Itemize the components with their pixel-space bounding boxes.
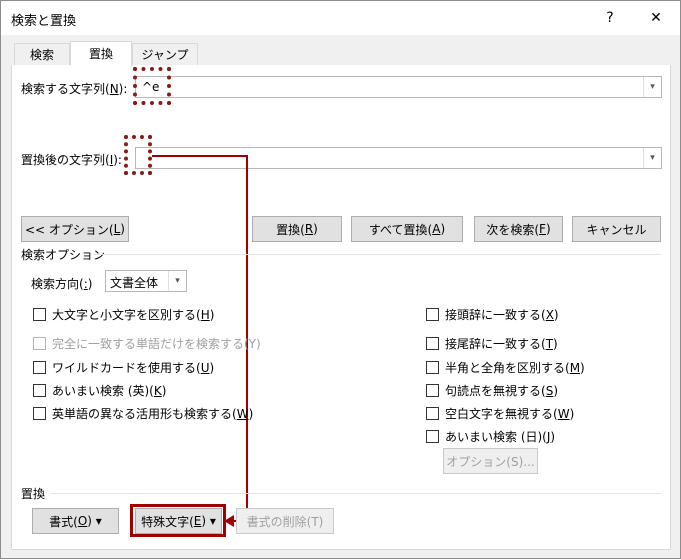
fuzzy-en-checkbox[interactable]: あいまい検索 (英)(K) <box>33 382 166 399</box>
replace-section-divider <box>51 493 661 494</box>
checkbox-box-icon <box>426 361 439 374</box>
match-prefix-checkbox[interactable]: 接頭辞に一致する(X) <box>426 306 559 323</box>
wildcards-checkbox[interactable]: ワイルドカードを使用する(U) <box>33 359 214 376</box>
checkbox-box-icon <box>33 337 46 350</box>
width-sensitive-checkbox[interactable]: 半角と全角を区別する(M) <box>426 359 585 376</box>
ignore-punct-checkbox[interactable]: 句読点を無視する(S) <box>426 382 558 399</box>
replace-section-heading: 置換 <box>21 487 46 501</box>
checkbox-box-icon <box>33 384 46 397</box>
format-button[interactable]: 書式(O) ▾ <box>32 508 119 534</box>
fuzzy-ja-checkbox[interactable]: あいまい検索 (日)(J) <box>426 428 555 445</box>
annotation-arrow <box>152 155 248 527</box>
no-formatting-button[interactable]: 書式の削除(T) <box>236 508 334 534</box>
checkbox-box-icon <box>33 308 46 321</box>
match-suffix-checkbox[interactable]: 接尾辞に一致する(T) <box>426 335 558 352</box>
replace-button[interactable]: 置換(R) <box>252 216 342 242</box>
find-next-button[interactable]: 次を検索(F) <box>474 216 563 242</box>
checkbox-box-icon <box>426 407 439 420</box>
checkbox-box-icon <box>426 308 439 321</box>
cancel-button[interactable]: キャンセル <box>572 216 661 242</box>
checkbox-box-icon <box>426 384 439 397</box>
checkbox-box-icon <box>33 407 46 420</box>
fuzzy-options-button[interactable]: オプション(S)... <box>443 448 538 474</box>
options-button[interactable]: << オプション(L) <box>21 216 129 242</box>
search-direction-label: 検索方向(:) <box>31 277 93 291</box>
checkbox-box-icon <box>33 361 46 374</box>
match-case-checkbox[interactable]: 大文字と小文字を区別する(H) <box>33 306 214 323</box>
search-direction-value: 文書全体 <box>110 276 159 290</box>
search-options-divider <box>93 254 661 255</box>
word-forms-checkbox[interactable]: 英単語の異なる活用形も検索する(W) <box>33 405 253 422</box>
special-button-highlight <box>130 504 226 537</box>
checkbox-box-icon <box>426 430 439 443</box>
whole-word-checkbox[interactable]: 完全に一致する単語だけを検索する(Y) <box>33 335 261 352</box>
replace-all-button[interactable]: すべて置換(A) <box>351 216 463 242</box>
search-direction-arrow-icon[interactable]: ▾ <box>168 271 186 291</box>
ignore-space-checkbox[interactable]: 空白文字を無視する(W) <box>426 405 574 422</box>
find-replace-dialog: 検索と置換 ? ✕ 検索 置換 ジャンプ 検索する文字列(N): ^e ▾ 置換… <box>0 0 681 559</box>
checkbox-box-icon <box>426 337 439 350</box>
search-direction-select[interactable]: 文書全体 ▾ <box>105 270 187 292</box>
